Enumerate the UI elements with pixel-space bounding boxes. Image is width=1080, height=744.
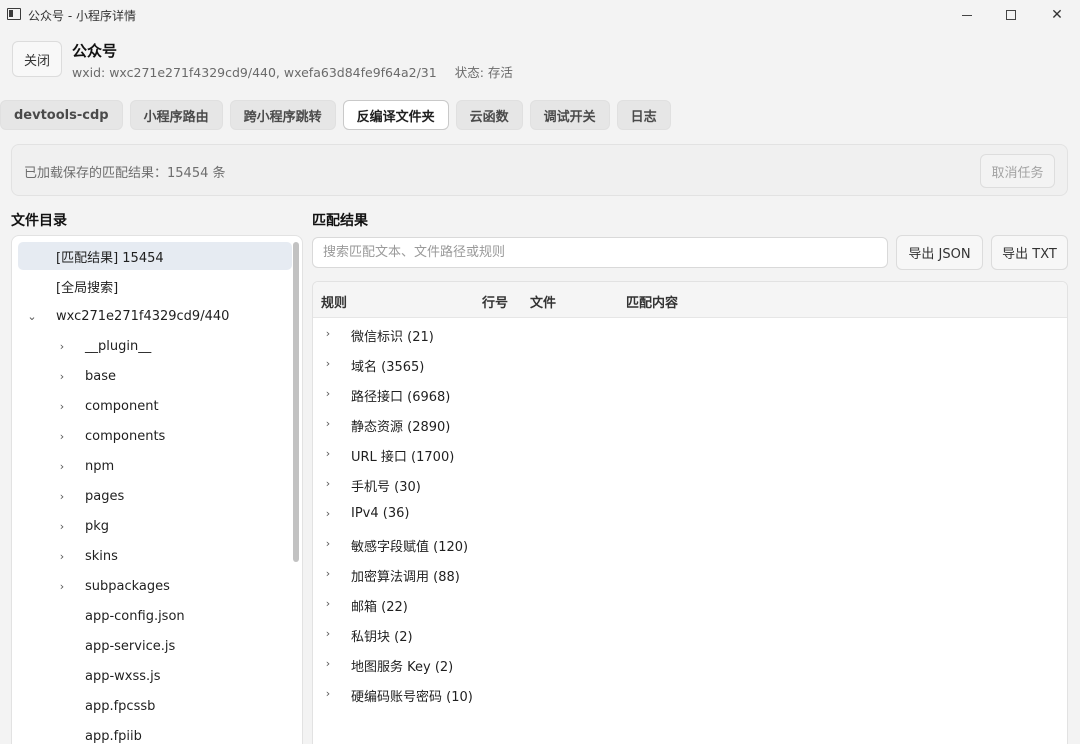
tab-decompiled-folder[interactable]: 反编译文件夹 <box>342 100 449 130</box>
chevron-right-icon[interactable]: › <box>322 387 334 400</box>
tab-miniprogram-routes[interactable]: 小程序路由 <box>129 100 223 130</box>
tree-item-folder[interactable]: › skins <box>18 542 292 570</box>
loaded-results-text: 已加载保存的匹配结果：15454 条 <box>24 166 226 181</box>
result-group-row[interactable]: › 加密算法调用 (88) <box>313 559 1067 589</box>
close-window-button[interactable]: ✕ <box>1034 0 1080 30</box>
close-button[interactable]: 关闭 <box>12 41 62 77</box>
close-icon: ✕ <box>1051 7 1063 23</box>
result-group-row[interactable]: › IPv4 (36) <box>313 499 1067 529</box>
tab-cloud-functions[interactable]: 云函数 <box>455 100 523 130</box>
status-card: 已加载保存的匹配结果：15454 条 取消任务 <box>11 144 1068 196</box>
tab-bar: devtools-cdp 小程序路由 跨小程序跳转 反编译文件夹 云函数 调试开… <box>0 100 671 130</box>
chevron-right-icon[interactable]: › <box>322 567 334 580</box>
result-group-row[interactable]: › 敏感字段赋值 (120) <box>313 529 1067 559</box>
tree-item-root-folder[interactable]: ⌄ wxc271e271f4329cd9/440 <box>18 302 292 330</box>
chevron-right-icon[interactable]: › <box>56 580 68 593</box>
tree-item-folder[interactable]: › pages <box>18 482 292 510</box>
tree-item-folder[interactable]: › npm <box>18 452 292 480</box>
column-header-rule[interactable]: 规则 <box>321 292 347 311</box>
chevron-right-icon[interactable]: › <box>56 460 68 473</box>
results-header-row: 规则 行号 文件 匹配内容 <box>313 282 1067 318</box>
tree-item-match-results[interactable]: [匹配结果] 15454 <box>18 242 292 270</box>
result-group-row[interactable]: › 私钥块 (2) <box>313 619 1067 649</box>
chevron-right-icon[interactable]: › <box>56 520 68 533</box>
chevron-right-icon[interactable]: › <box>322 627 334 640</box>
chevron-right-icon[interactable]: › <box>322 357 334 370</box>
minimize-icon <box>962 14 972 16</box>
file-tree-title: 文件目录 <box>11 213 67 229</box>
status-text: 状态: 存活 <box>454 65 513 80</box>
tab-logs[interactable]: 日志 <box>616 100 671 130</box>
chevron-right-icon[interactable]: › <box>322 537 334 550</box>
tree-item-folder[interactable]: › subpackages <box>18 572 292 600</box>
tree-scrollbar[interactable] <box>293 242 299 562</box>
app-icon <box>7 8 21 20</box>
result-group-row[interactable]: › URL 接口 (1700) <box>313 439 1067 469</box>
column-header-file[interactable]: 文件 <box>530 292 556 311</box>
result-group-row[interactable]: › 手机号 (30) <box>313 469 1067 499</box>
chevron-right-icon[interactable]: › <box>322 327 334 340</box>
tab-devtools-cdp[interactable]: devtools-cdp <box>0 100 123 130</box>
result-group-row[interactable]: › 域名 (3565) <box>313 349 1067 379</box>
wxid-text: wxid: wxc271e271f4329cd9/440, wxefa63d84… <box>72 65 437 80</box>
chevron-right-icon[interactable]: › <box>56 400 68 413</box>
tree-item-folder[interactable]: › component <box>18 392 292 420</box>
chevron-right-icon[interactable]: › <box>322 687 334 700</box>
tree-item-folder[interactable]: › base <box>18 362 292 390</box>
result-group-row[interactable]: › 路径接口 (6968) <box>313 379 1067 409</box>
maximize-button[interactable] <box>988 0 1034 30</box>
result-group-row[interactable]: › 硬编码账号密码 (10) <box>313 679 1067 709</box>
export-json-button[interactable]: 导出 JSON <box>896 235 983 270</box>
result-group-row[interactable]: › 地图服务 Key (2) <box>313 649 1067 679</box>
column-header-match[interactable]: 匹配内容 <box>626 292 678 311</box>
column-header-line[interactable]: 行号 <box>482 292 508 311</box>
chevron-right-icon[interactable]: › <box>56 430 68 443</box>
page-header: 关闭 公众号 wxid: wxc271e271f4329cd9/440, wxe… <box>0 30 1080 88</box>
window-title: 公众号 - 小程序详情 <box>28 9 136 23</box>
tab-cross-miniprogram-jump[interactable]: 跨小程序跳转 <box>229 100 336 130</box>
chevron-right-icon[interactable]: › <box>56 340 68 353</box>
chevron-right-icon[interactable]: › <box>322 597 334 610</box>
chevron-right-icon[interactable]: › <box>322 507 334 520</box>
minimize-button[interactable] <box>944 0 990 30</box>
results-title: 匹配结果 <box>312 213 368 229</box>
tree-item-global-search[interactable]: [全局搜索] <box>18 272 292 300</box>
tree-item-folder[interactable]: › pkg <box>18 512 292 540</box>
chevron-right-icon[interactable]: › <box>322 657 334 670</box>
tree-item-folder[interactable]: › __plugin__ <box>18 332 292 360</box>
page-subtitle: wxid: wxc271e271f4329cd9/440, wxefa63d84… <box>72 62 513 81</box>
file-tree: [匹配结果] 15454 [全局搜索] ⌄ wxc271e271f4329cd9… <box>11 235 303 744</box>
cancel-task-button[interactable]: 取消任务 <box>980 154 1055 188</box>
result-group-row[interactable]: › 静态资源 (2890) <box>313 409 1067 439</box>
chevron-right-icon[interactable]: › <box>322 447 334 460</box>
result-group-row[interactable]: › 微信标识 (21) <box>313 319 1067 349</box>
tree-item-file[interactable]: app.fpcssb <box>18 692 292 720</box>
chevron-right-icon[interactable]: › <box>56 490 68 503</box>
tree-item-folder[interactable]: › components <box>18 422 292 450</box>
tree-item-file[interactable]: app.fpiib <box>18 722 292 744</box>
search-input[interactable] <box>312 237 888 268</box>
page-title: 公众号 <box>72 42 118 60</box>
chevron-right-icon[interactable]: › <box>322 477 334 490</box>
results-table: 规则 行号 文件 匹配内容 › 微信标识 (21) › 域名 (3565) › … <box>312 281 1068 744</box>
title-bar: 公众号 - 小程序详情 ✕ <box>0 0 1080 30</box>
chevron-right-icon[interactable]: › <box>56 550 68 563</box>
chevron-right-icon[interactable]: › <box>322 417 334 430</box>
tree-item-file[interactable]: app-service.js <box>18 632 292 660</box>
maximize-icon <box>1006 10 1016 20</box>
tab-debug-switch[interactable]: 调试开关 <box>529 100 610 130</box>
tree-item-file[interactable]: app-wxss.js <box>18 662 292 690</box>
export-txt-button[interactable]: 导出 TXT <box>991 235 1068 270</box>
chevron-down-icon[interactable]: ⌄ <box>26 310 38 323</box>
result-group-row[interactable]: › 邮箱 (22) <box>313 589 1067 619</box>
tree-item-file[interactable]: app-config.json <box>18 602 292 630</box>
chevron-right-icon[interactable]: › <box>56 370 68 383</box>
